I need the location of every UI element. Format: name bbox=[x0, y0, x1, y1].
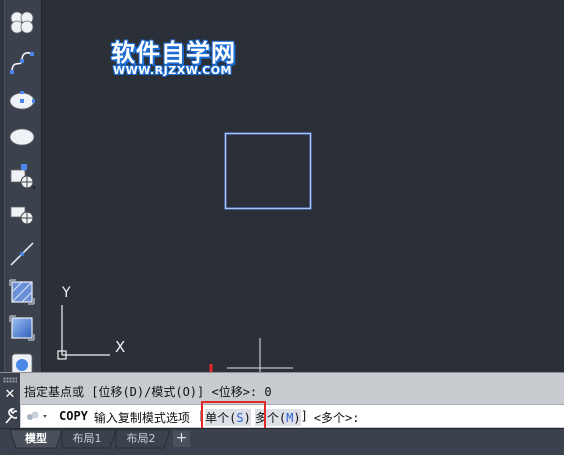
command-input-line[interactable]: COPY 输入复制模式选项 [ 单个(S) 多个(M) ] <多个>: bbox=[21, 404, 564, 427]
hatch-icon bbox=[9, 279, 34, 304]
tab-layout2[interactable]: 布局2 bbox=[120, 431, 162, 447]
option-multiple[interactable]: 多个(M) bbox=[254, 409, 301, 426]
ellipse-center-icon bbox=[9, 90, 35, 109]
gradient-tool[interactable] bbox=[6, 312, 37, 343]
option-bracket-open: [ bbox=[197, 409, 206, 423]
drawing-canvas[interactable]: 软件自学网 WWW.RJZXW.COM Y X bbox=[43, 0, 564, 372]
palette-grip[interactable] bbox=[0, 0, 5, 372]
point-icon bbox=[9, 241, 34, 266]
option-multiple-close: ) bbox=[293, 411, 301, 425]
tab-layout1[interactable]: 布局1 bbox=[66, 431, 108, 447]
command-default-text: <多个>: bbox=[313, 411, 360, 425]
watermark-url: WWW.RJZXW.COM bbox=[113, 64, 232, 77]
grip-dots[interactable] bbox=[3, 377, 17, 383]
command-name: COPY bbox=[59, 409, 88, 423]
draw-tool-palette bbox=[0, 0, 42, 374]
insert-block-icon bbox=[10, 163, 35, 190]
option-single[interactable]: 单个(S) bbox=[205, 409, 251, 426]
point-tool[interactable] bbox=[6, 238, 37, 269]
crosshair-cursor bbox=[227, 338, 293, 372]
close-icon[interactable]: ✕ bbox=[3, 388, 17, 402]
drawn-rectangle[interactable] bbox=[224, 132, 312, 210]
ucs-y-label: Y bbox=[62, 285, 71, 301]
hatch-tool[interactable] bbox=[6, 276, 37, 307]
watermark-title: 软件自学网 bbox=[111, 39, 236, 67]
ucs-x-label: X bbox=[115, 338, 126, 356]
command-prompt-text: 输入复制模式选项 bbox=[93, 411, 190, 425]
revision-cloud-icon bbox=[10, 11, 33, 33]
ellipse-axis-icon bbox=[9, 128, 34, 145]
tab-model[interactable]: 模型 bbox=[16, 431, 56, 447]
ucs-icon bbox=[57, 305, 110, 360]
command-history-line: 指定基点或 [位移(D)/模式(O)] <位移>: 0 bbox=[24, 385, 272, 399]
gradient-icon bbox=[9, 315, 34, 340]
option-single-key: S bbox=[236, 411, 244, 425]
create-block-icon bbox=[10, 206, 33, 224]
ellipse-center-tool[interactable] bbox=[6, 84, 37, 115]
annotation-arrow bbox=[209, 364, 213, 372]
add-layout-button[interactable]: + bbox=[173, 431, 190, 447]
wrench-icon[interactable] bbox=[3, 408, 17, 424]
command-window-grip[interactable]: ✕ bbox=[0, 373, 20, 429]
command-prompt-icon[interactable] bbox=[26, 410, 50, 422]
option-single-label: 单个( bbox=[205, 411, 237, 425]
spline-icon bbox=[9, 51, 34, 74]
command-window: ✕ 指定基点或 [位移(D)/模式(O)] <位移>: 0 COPY 输入复制模… bbox=[0, 372, 564, 429]
create-block-tool[interactable] bbox=[6, 198, 37, 229]
option-bracket-close: ] bbox=[300, 409, 308, 423]
revision-cloud-tool[interactable] bbox=[6, 6, 37, 37]
layout-tab-bar: 模型 布局1 布局2 + bbox=[0, 428, 564, 455]
ellipse-axis-tool[interactable] bbox=[6, 120, 37, 151]
option-single-close: ) bbox=[243, 411, 251, 425]
option-multiple-label: 多个( bbox=[254, 411, 287, 425]
spline-tool[interactable] bbox=[6, 46, 37, 77]
insert-block-tool[interactable] bbox=[6, 160, 37, 191]
